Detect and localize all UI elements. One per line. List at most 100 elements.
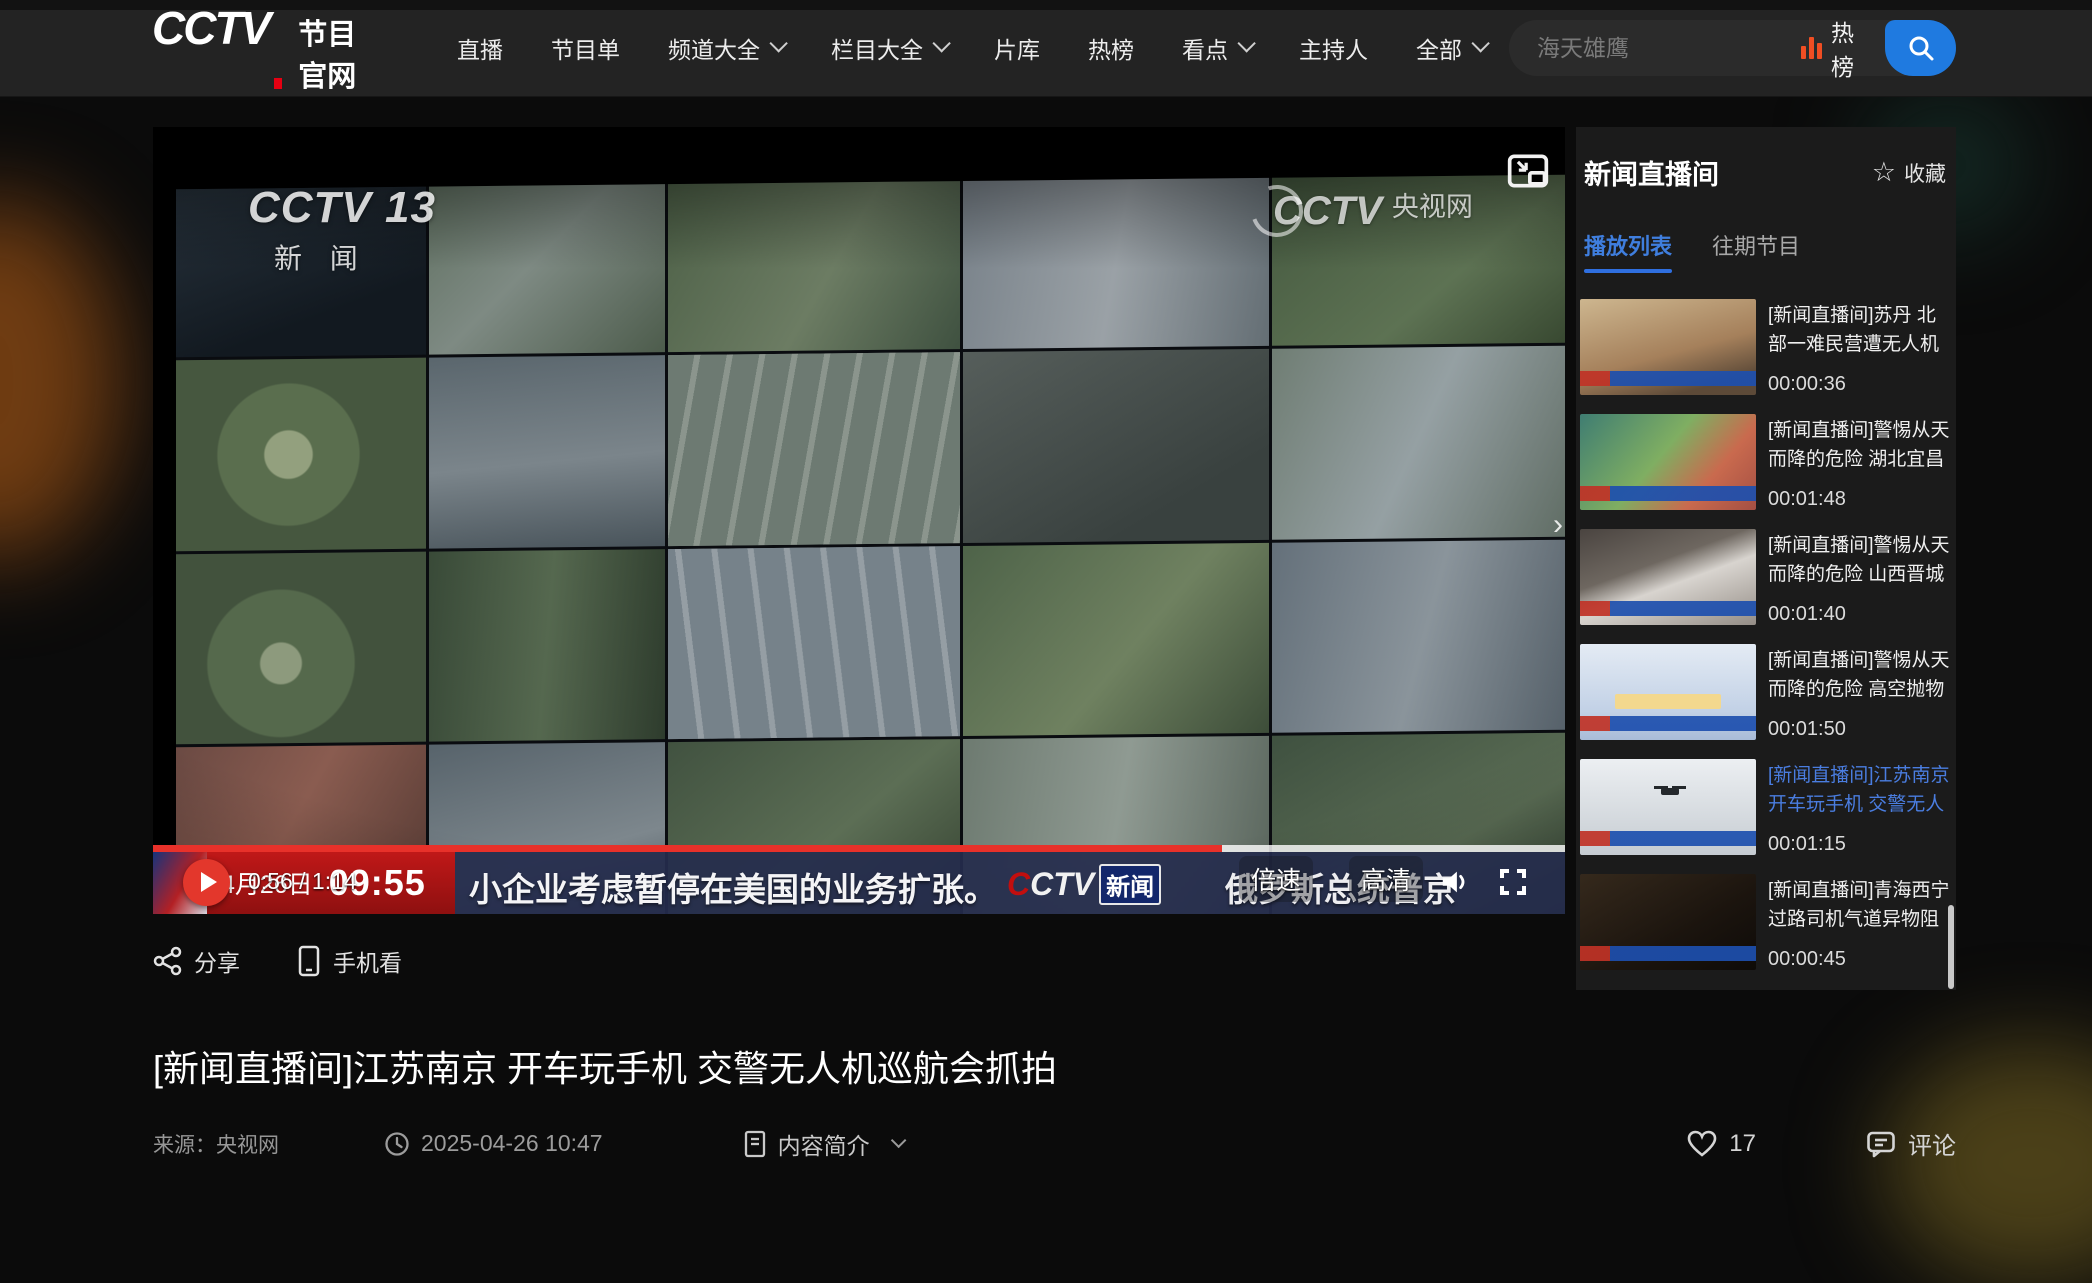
cctv13-watermark: CCTV 13 新 闻 [248, 183, 436, 277]
scrollbar-thumb[interactable] [1948, 905, 1954, 989]
progress-bar[interactable] [153, 845, 1565, 852]
page: CCTV 节目官网 直播 节目单 频道大全 栏目大全 片库 热榜 看点 [0, 0, 2092, 1203]
camera-tile [668, 352, 960, 545]
video-thumbnail [1580, 759, 1756, 855]
fullscreen-button[interactable] [1491, 862, 1535, 902]
share-icon [153, 946, 183, 976]
camera-tile [963, 543, 1269, 736]
nav-item-live[interactable]: 直播 [433, 31, 527, 65]
playlist-item[interactable]: [新闻直播间]警惕从天而降的危险 山西晋城 00:01:40 [1576, 527, 1956, 642]
nav-item-all[interactable]: 全部 [1392, 31, 1509, 65]
playlist: [新闻直播间]苏丹 北部一难民营遭无人机 00:00:36 [新闻直播间]警惕从… [1576, 297, 1956, 990]
program-title: 新闻直播间 [1584, 153, 1719, 192]
camera-wall-video-frame [176, 175, 1565, 914]
camera-tile [963, 178, 1269, 350]
star-icon: ☆ [1872, 159, 1896, 186]
duration-label: 00:00:45 [1768, 948, 1846, 971]
video-thumbnail [1580, 529, 1756, 625]
camera-tile [668, 546, 960, 739]
clock-icon [384, 1131, 410, 1157]
play-button[interactable] [183, 859, 230, 906]
nav-item-library[interactable]: 片库 [970, 31, 1064, 65]
cctv-logo-text: CCTV [152, 1, 269, 55]
nav-item-schedule[interactable]: 节目单 [527, 31, 644, 65]
duration-label: 00:00:36 [1768, 373, 1846, 396]
nav-item-highlights[interactable]: 看点 [1158, 31, 1275, 65]
tab-playlist[interactable]: 播放列表 [1584, 229, 1672, 273]
duration-label: 00:01:48 [1768, 488, 1846, 511]
chevron-down-icon [932, 34, 950, 52]
playlist-item[interactable]: [新闻直播间]青海西宁 过路司机气道异物阻 00:00:45 [1576, 872, 1956, 987]
video-thumbnail [1580, 874, 1756, 970]
camera-tile [176, 551, 426, 744]
chevron-down-icon [1471, 34, 1489, 52]
background-glow-left [0, 200, 120, 560]
playlist-item[interactable]: [新闻直播间]警惕从天而降的危险 高空抛物 00:01:50 [1576, 642, 1956, 757]
chevron-down-icon [1237, 34, 1255, 52]
document-icon [743, 1130, 767, 1158]
duration-label: 00:01:50 [1768, 718, 1846, 741]
camera-tile [429, 184, 665, 355]
camera-tile [1271, 539, 1565, 732]
playlist-sidebar: 新闻直播间 ☆ 收藏 播放列表 往期节目 [新闻直播间]苏丹 北部一难民营遭无人… [1576, 127, 1956, 990]
camera-tile [176, 358, 426, 551]
ticker-headline: 小企业考虑暂停在美国的业务扩张。 [469, 863, 997, 911]
camera-tile [429, 356, 665, 549]
watch-on-phone-button[interactable]: 手机看 [296, 944, 402, 978]
phone-icon [296, 945, 322, 977]
collapse-sidebar-chevron[interactable]: › [1553, 510, 1563, 540]
search-button[interactable] [1885, 20, 1956, 76]
cctv-logo-red-dot [274, 78, 282, 89]
time-display: 0:56 / 1:14 [248, 868, 357, 895]
nav-item-channels[interactable]: 频道大全 [644, 31, 807, 65]
camera-tile [963, 349, 1269, 542]
sidebar-header: 新闻直播间 ☆ 收藏 [1584, 153, 1946, 192]
hot-search-toggle[interactable]: 热榜 [1797, 14, 1885, 82]
meta-row: 来源：央视网 2025-04-26 10:47 内容简介 17 [153, 1126, 1956, 1161]
video-thumbnail [1580, 644, 1756, 740]
camera-tile [429, 549, 665, 742]
nav-item-hosts[interactable]: 主持人 [1275, 31, 1392, 65]
like-count: 17 [1729, 1130, 1756, 1158]
picture-in-picture-button[interactable] [1500, 148, 1556, 194]
camera-tile [1271, 346, 1565, 539]
like-button[interactable]: 17 [1687, 1130, 1756, 1158]
playlist-item-current[interactable]: [新闻直播间]江苏南京 开车玩手机 交警无人 00:01:15 [1576, 757, 1956, 872]
video-player[interactable]: CCTV 13 新 闻 CCTV 央视网 4月26日 09:55 小企业考虑暂停… [153, 127, 1565, 914]
cctv-news-logo: C CTV 新闻 [1007, 864, 1161, 905]
tab-past-programs[interactable]: 往期节目 [1712, 229, 1800, 273]
playback-speed-button[interactable]: 倍速 [1239, 856, 1313, 902]
chevron-down-icon [769, 34, 787, 52]
source-label: 来源：央视网 [153, 1129, 279, 1159]
comment-button[interactable]: 评论 [1866, 1126, 1956, 1161]
search-icon [1906, 33, 1936, 63]
comment-icon [1866, 1130, 1896, 1158]
picture-in-picture-icon [1506, 151, 1550, 191]
search-bar: 热榜 [1509, 20, 1956, 76]
duration-label: 00:01:15 [1768, 833, 1846, 856]
camera-tile [668, 181, 960, 352]
video-thumbnail [1580, 414, 1756, 510]
nav-item-hot-list[interactable]: 热榜 [1064, 31, 1158, 65]
content-summary-toggle[interactable]: 内容简介 [743, 1127, 902, 1161]
share-button[interactable]: 分享 [153, 944, 240, 978]
favorite-button[interactable]: ☆ 收藏 [1872, 158, 1946, 188]
video-thumbnail [1580, 299, 1756, 395]
fullscreen-icon [1498, 867, 1528, 897]
bar-chart-icon [1801, 37, 1822, 59]
site-name: 节目官网 [298, 11, 383, 95]
publish-time: 2025-04-26 10:47 [384, 1130, 603, 1157]
chevron-down-icon [890, 1133, 906, 1149]
action-row: 分享 手机看 [153, 944, 402, 978]
video-title: [新闻直播间]江苏南京 开车玩手机 交警无人机巡航会抓拍 [153, 1040, 1057, 1092]
playlist-item[interactable]: [新闻直播间]苏丹 北部一难民营遭无人机 00:00:36 [1576, 297, 1956, 412]
background-glow-corner [1882, 1043, 2092, 1283]
quality-button[interactable]: 高清 [1349, 856, 1423, 902]
heart-icon [1687, 1130, 1717, 1158]
top-navbar: CCTV 节目官网 直播 节目单 频道大全 栏目大全 片库 热榜 看点 [0, 0, 2092, 96]
search-input[interactable] [1509, 22, 1797, 74]
nav-item-columns[interactable]: 栏目大全 [807, 31, 970, 65]
cctv-logo[interactable]: CCTV 节目官网 [152, 1, 383, 95]
volume-button[interactable] [1433, 862, 1477, 902]
playlist-item[interactable]: [新闻直播间]警惕从天而降的危险 湖北宜昌 00:01:48 [1576, 412, 1956, 527]
